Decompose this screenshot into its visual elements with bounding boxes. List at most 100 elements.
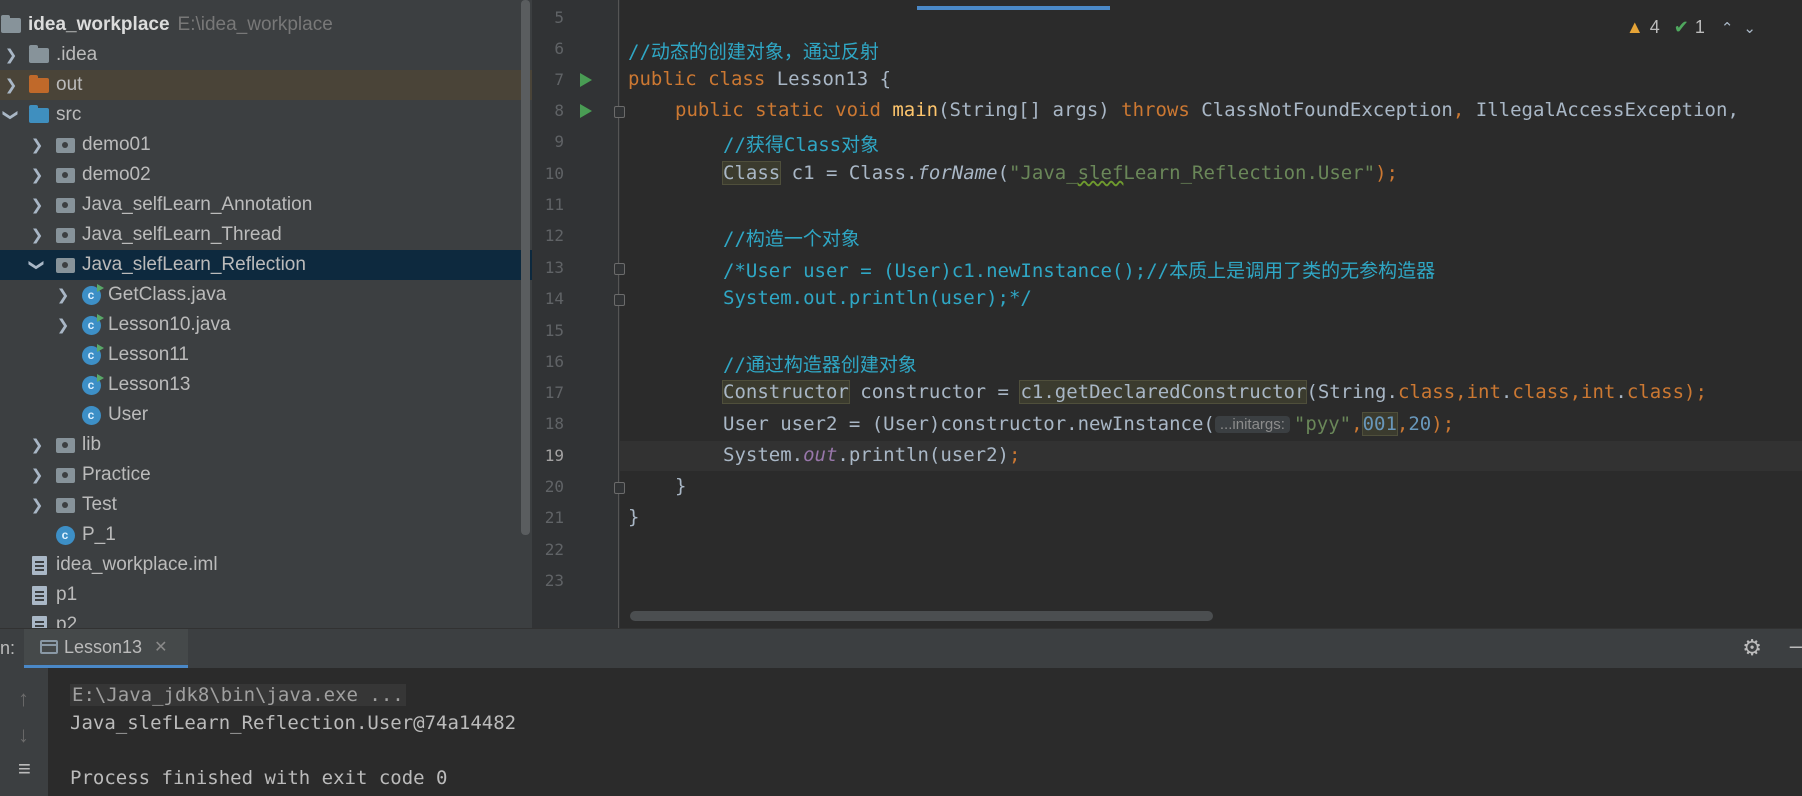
line-number: 8 (554, 101, 564, 120)
chevron-down-icon[interactable]: ❯ (28, 256, 46, 274)
console-icon (40, 640, 58, 654)
java-class-run-icon: c (80, 313, 104, 336)
console-output[interactable]: ↑ ↓ ≡ E:\Java_jdk8\bin\java.exe ... Java… (0, 668, 1802, 796)
tree-item-iml[interactable]: idea_workplace.iml (0, 550, 532, 580)
fold-marker-icon[interactable] (614, 106, 625, 118)
line-number: 5 (554, 8, 564, 27)
code-editor[interactable]: 5 6 7 8 9 10 11 12 13 14 15 16 17 18 19 … (532, 0, 1802, 628)
run-tab-lesson13[interactable]: Lesson13 ✕ (24, 629, 188, 669)
line-number: 7 (554, 70, 564, 89)
tree-root[interactable]: idea_workplace E:\idea_workplace (0, 10, 532, 40)
code-line-14: System.out.println(user);*/ (723, 287, 1032, 309)
run-gutter-icon[interactable] (580, 104, 592, 118)
code-line-18: User user2 = (User)constructor.newInstan… (723, 412, 1455, 436)
chevron-right-icon[interactable]: ❯ (54, 286, 72, 304)
tree-item-out[interactable]: ❯ out (0, 70, 532, 100)
package-icon (54, 194, 76, 216)
chevron-right-icon[interactable]: ❯ (28, 166, 46, 184)
line-number: 13 (544, 258, 564, 277)
package-icon (54, 464, 76, 486)
tree-item-idea[interactable]: ❯ .idea (0, 40, 532, 70)
fold-marker-icon[interactable] (614, 263, 625, 275)
tree-item-label: p2 (56, 614, 78, 628)
project-tool-window: idea_workplace E:\idea_workplace ❯ .idea… (0, 0, 532, 628)
java-class-run-icon: c (80, 283, 104, 306)
file-icon (28, 614, 50, 628)
chevron-down-icon[interactable]: ⌄ (1743, 19, 1756, 37)
arrow-up-icon[interactable]: ↑ (18, 686, 29, 712)
fold-marker-icon[interactable] (614, 482, 625, 494)
warning-icon: ▲ (1625, 17, 1644, 37)
soft-wrap-icon[interactable]: ≡ (18, 756, 31, 782)
tree-item-getclass[interactable]: ❯ c GetClass.java (0, 280, 532, 310)
console-exit-line: Process finished with exit code 0 (70, 767, 448, 789)
excluded-folder-icon (28, 74, 50, 96)
tree-item-lesson11[interactable]: c Lesson11 (0, 340, 532, 370)
tree-item-user[interactable]: c User (0, 400, 532, 430)
inspections-widget[interactable]: ▲ 4 ✔ 1 ⌃ ⌄ (1626, 17, 1756, 38)
chevron-right-icon[interactable]: ❯ (2, 76, 20, 94)
tree-item-demo02[interactable]: ❯ demo02 (0, 160, 532, 190)
java-class-icon: c (80, 404, 102, 426)
code-line-21: } (628, 506, 640, 528)
tree-item-lesson10[interactable]: ❯ c Lesson10.java (0, 310, 532, 340)
minimize-icon[interactable]: – (1790, 633, 1802, 659)
code-line-20: } (675, 475, 687, 497)
fold-marker-icon[interactable] (614, 294, 625, 306)
code-line-12: //构造一个对象 (723, 228, 860, 250)
arrow-down-icon[interactable]: ↓ (18, 722, 29, 748)
line-number: 21 (544, 508, 564, 527)
package-icon (54, 164, 76, 186)
chevron-right-icon[interactable]: ❯ (28, 496, 46, 514)
line-number: 6 (554, 39, 564, 58)
source-folder-icon (28, 104, 50, 126)
tree-item-p1-class[interactable]: c P_1 (0, 520, 532, 550)
active-tab-indicator (917, 6, 1110, 10)
tree-item-label: Test (82, 494, 117, 515)
project-folder-icon (0, 14, 22, 36)
tree-item-src[interactable]: ❯ src (0, 100, 532, 130)
tree-item-practice[interactable]: ❯ Practice (0, 460, 532, 490)
chevron-right-icon[interactable]: ❯ (28, 226, 46, 244)
module-file-icon (28, 554, 50, 576)
tree-item-test[interactable]: ❯ Test (0, 490, 532, 520)
line-number: 10 (544, 164, 564, 183)
tree-item-lib[interactable]: ❯ lib (0, 430, 532, 460)
chevron-right-icon[interactable]: ❯ (54, 316, 72, 334)
project-root-path: E:\idea_workplace (177, 14, 333, 35)
horizontal-scrollbar[interactable] (630, 611, 1213, 621)
chevron-down-icon[interactable]: ❯ (2, 106, 20, 124)
tree-item-thread[interactable]: ❯ Java_selfLearn_Thread (0, 220, 532, 250)
run-tab-label: Lesson13 (64, 636, 143, 657)
console-toolbar: ↑ ↓ ≡ (0, 668, 48, 796)
tree-item-p2[interactable]: p2 (0, 610, 532, 628)
chevron-right-icon[interactable]: ❯ (28, 466, 46, 484)
tree-item-demo01[interactable]: ❯ demo01 (0, 130, 532, 160)
run-tool-window-header: n: Lesson13 ✕ ⚙ – (0, 628, 1802, 669)
code-line-17: Constructor constructor = c1.getDeclared… (722, 380, 1707, 404)
tree-item-p1[interactable]: p1 (0, 580, 532, 610)
code-line-10: Class c1 = Class.forName("Java_slefLearn… (721, 161, 1398, 185)
chevron-up-icon[interactable]: ⌃ (1721, 19, 1734, 37)
gear-icon[interactable]: ⚙ (1742, 635, 1762, 661)
chevron-right-icon[interactable]: ❯ (28, 136, 46, 154)
run-gutter-icon[interactable] (580, 73, 592, 87)
console-output-line: Java_slefLearn_Reflection.User@74a14482 (70, 712, 517, 734)
tree-item-label: P_1 (82, 524, 116, 545)
tree-item-label: Java_selfLearn_Annotation (82, 194, 313, 215)
code-line-6: //动态的创建对象，通过反射 (628, 41, 879, 63)
chevron-right-icon[interactable]: ❯ (2, 46, 20, 64)
code-line-7: public class Lesson13 { (628, 68, 892, 90)
close-icon[interactable]: ✕ (154, 637, 167, 657)
code-line-16: //通过构造器创建对象 (723, 354, 917, 376)
tree-scrollbar[interactable] (521, 0, 530, 535)
chevron-right-icon[interactable]: ❯ (28, 436, 46, 454)
tree-item-annotation[interactable]: ❯ Java_selfLearn_Annotation (0, 190, 532, 220)
tree-item-label: Lesson13 (108, 374, 191, 395)
tree-item-lesson13[interactable]: c Lesson13 (0, 370, 532, 400)
tree-item-reflection[interactable]: ❯ Java_slefLearn_Reflection (0, 250, 532, 280)
folder-icon (28, 44, 50, 66)
chevron-right-icon[interactable]: ❯ (28, 196, 46, 214)
file-icon (28, 584, 50, 606)
tree-item-label: out (56, 74, 83, 95)
